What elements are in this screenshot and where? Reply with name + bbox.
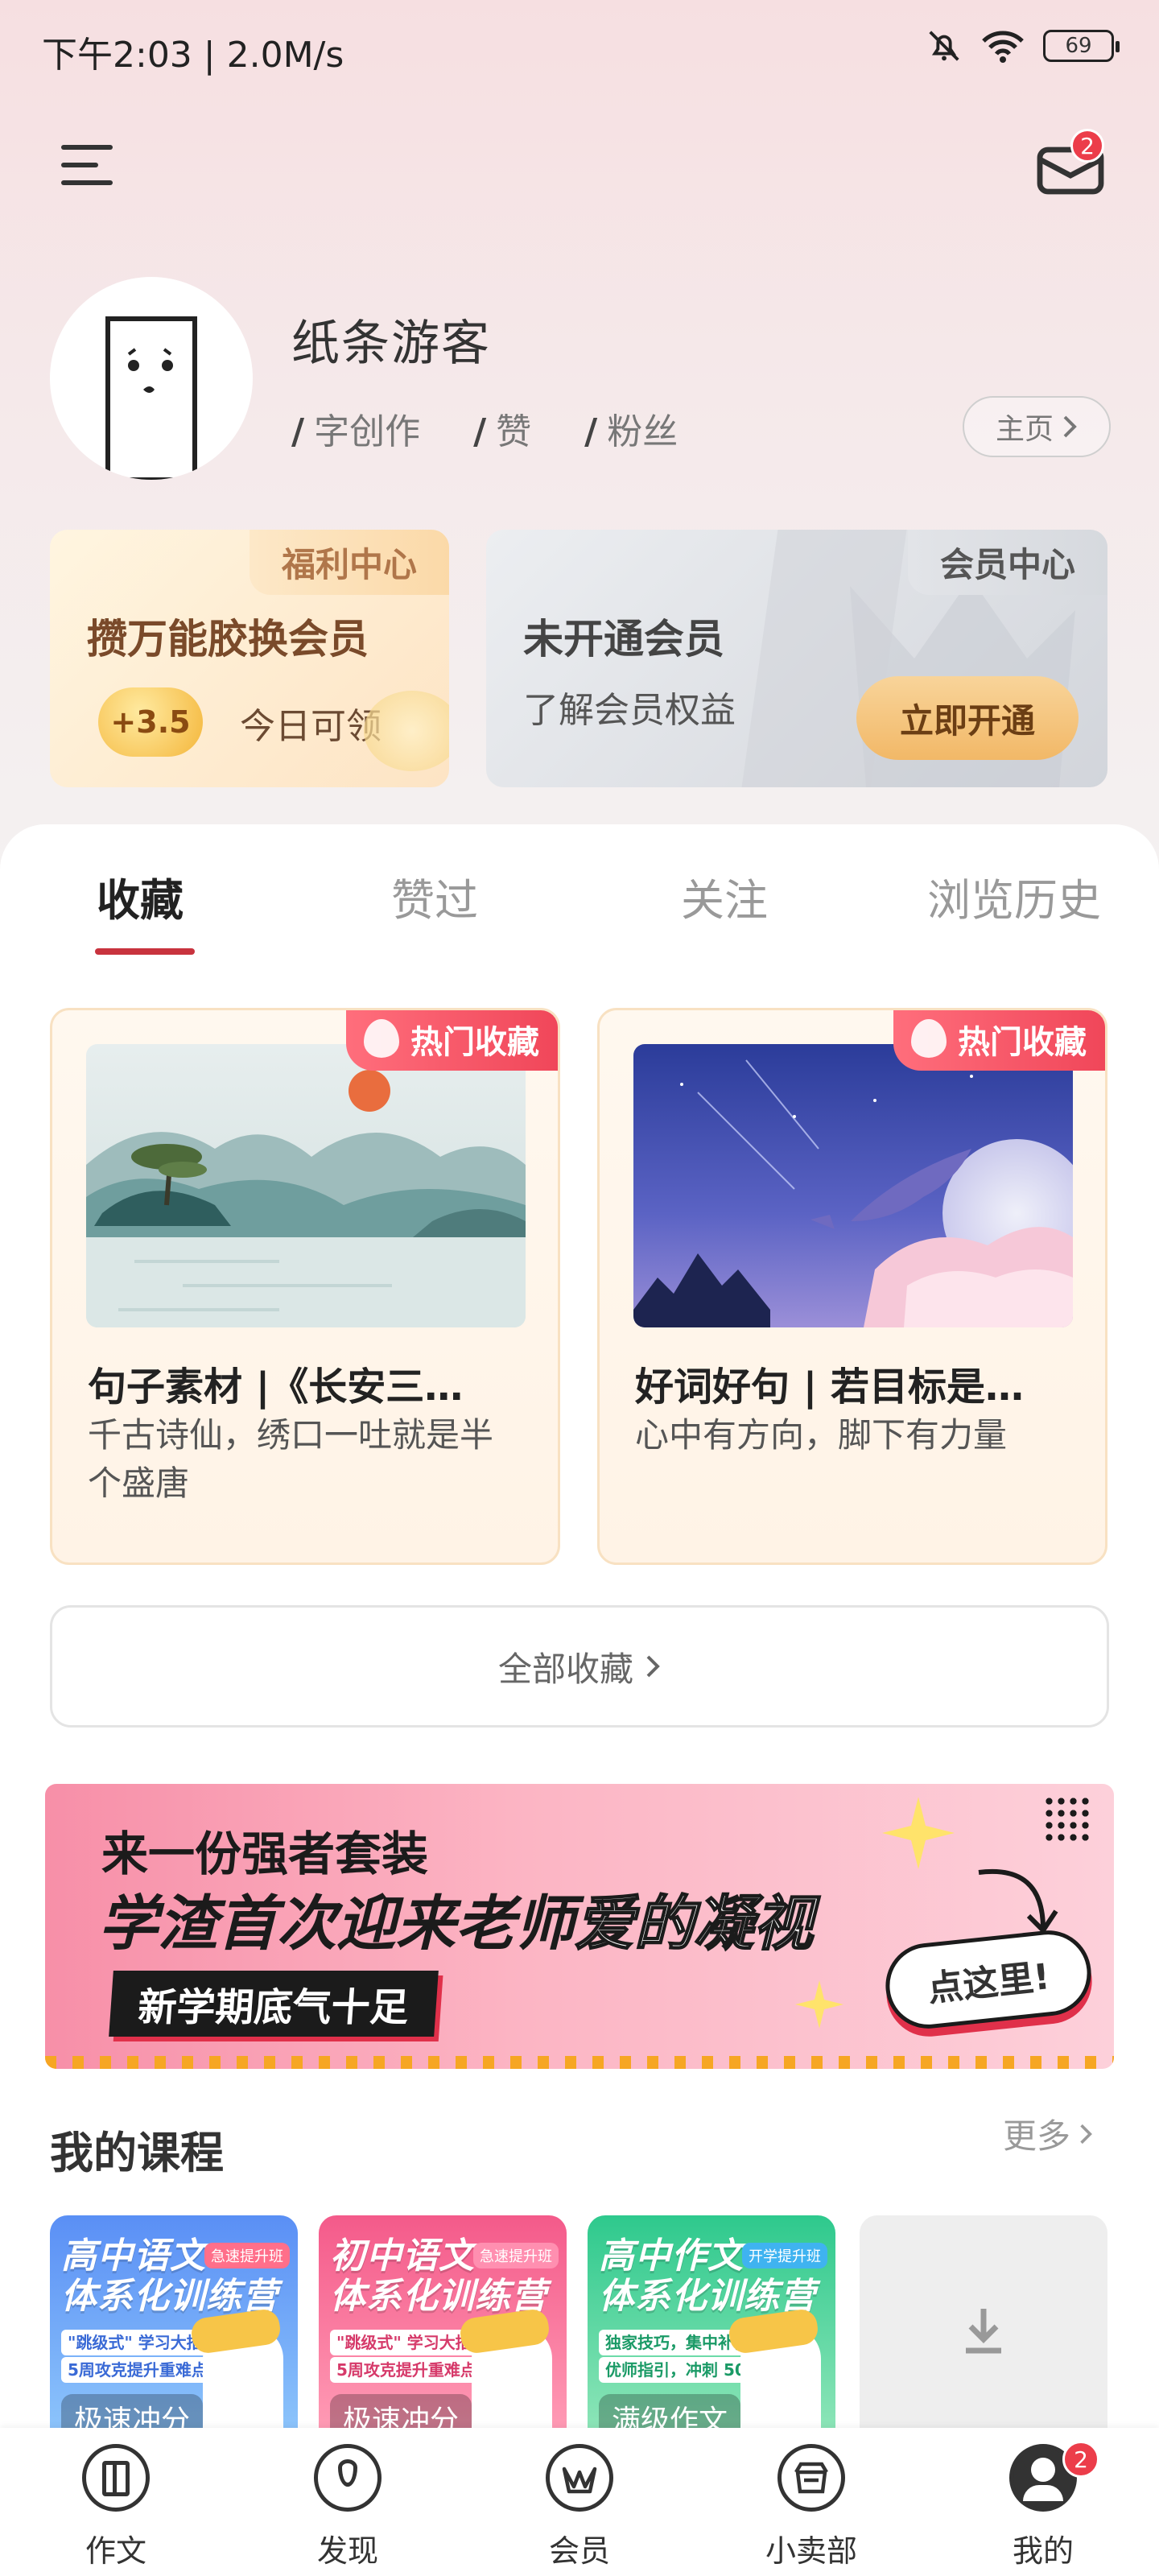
nav-label: 会员 (548, 2533, 610, 2569)
vip-center-card[interactable]: 会员中心 未开通会员 了解会员权益 立即开通 (486, 530, 1107, 787)
mascot-icon (740, 2326, 821, 2431)
course-pill: 开学提升班 (742, 2243, 827, 2268)
battery-indicator: 69 (1043, 30, 1120, 62)
promo-banner[interactable]: 来一份强者套装 学渣首次迎来老师爱的凝视 新学期底气十足 点这里! (45, 1784, 1114, 2069)
vip-subtitle: 了解会员权益 (523, 690, 736, 731)
course-point: "跳级式" 学习大招 (61, 2330, 209, 2355)
status-icons: 69 (926, 27, 1120, 64)
bottom-nav: 作文 发现 会员 小卖部 2 我的 (0, 2428, 1159, 2576)
welfare-title: 攒万能胶换会员 (87, 616, 369, 663)
course-tag: 极速冲分 (61, 2394, 204, 2431)
stat-fans[interactable]: / 粉丝 (584, 402, 678, 454)
mascot-icon (472, 2326, 552, 2431)
mascot-icon (203, 2326, 283, 2431)
mail-button[interactable]: 2 (1035, 129, 1112, 198)
all-favorites-label: 全部收藏 (497, 1649, 633, 1689)
vip-crown-icon (546, 2444, 613, 2512)
banner-dashed-border (45, 2056, 1114, 2069)
favorite-title: 句子素材 |《长安三… (88, 1364, 464, 1410)
nav-label: 我的 (1012, 2533, 1074, 2569)
course-tag: 满级作文 (599, 2394, 741, 2431)
stat-likes[interactable]: / 赞 (473, 402, 531, 454)
whale-night-image (633, 1044, 1073, 1327)
nickname: 纸条游客 (291, 316, 491, 372)
nav-discover[interactable]: 发现 (283, 2428, 412, 2576)
courses-more-link[interactable]: 更多 (1003, 2109, 1093, 2158)
hot-favorite-badge: 热门收藏 (893, 1010, 1105, 1071)
welfare-tag: 福利中心 (249, 530, 449, 595)
nav-label: 作文 (85, 2533, 146, 2569)
course-card[interactable]: 高中作文 体系化训练营 开学提升班 独家技巧，集中补强 优师指引，冲刺 50+ 满… (588, 2215, 835, 2431)
course-pill: 急速提升班 (473, 2243, 559, 2268)
coin-amount: +3.5 (110, 704, 191, 740)
tab-favorites[interactable]: 收藏 (97, 865, 184, 928)
course-point: 5周攻克提升重难点 (330, 2357, 483, 2383)
banner-line3: 新学期底气十足 (109, 1971, 439, 2037)
status-time: 下午2:03 | 2.0M/s (42, 35, 344, 76)
favorite-title: 好词好句 | 若目标是… (635, 1364, 1024, 1410)
avatar[interactable] (50, 277, 253, 480)
favorite-card[interactable]: 热门收藏 好词好句 | 若目标是… 心中有方向，脚下有力量 (597, 1008, 1107, 1565)
chevron-right-icon (1063, 415, 1077, 438)
favorite-subtitle: 心中有方向，脚下有力量 (635, 1415, 1008, 1455)
course-pill: 急速提升班 (204, 2243, 290, 2268)
stat-works[interactable]: / 字创作 (291, 402, 420, 454)
essay-icon (82, 2444, 150, 2512)
nav-label: 小卖部 (765, 2533, 857, 2569)
mute-bell-icon (929, 31, 959, 61)
menu-icon[interactable] (61, 145, 113, 187)
tab-underline (95, 948, 195, 955)
nav-vip[interactable]: 会员 (515, 2428, 644, 2576)
dot-grid-icon (1043, 1795, 1091, 1843)
course-card[interactable]: 初中语文 体系化训练营 急速提升班 "跳级式" 学习大招 5周攻克提升重难点 极速… (319, 2215, 567, 2431)
nav-label: 发现 (316, 2533, 378, 2569)
nav-mine[interactable]: 2 我的 (979, 2428, 1107, 2576)
flame-icon (364, 1019, 399, 1058)
flame-icon (911, 1019, 947, 1058)
wifi-icon (982, 31, 1024, 63)
course-card[interactable]: 高中语文 体系化训练营 急速提升班 "跳级式" 学习大招 5周攻克提升重难点 极速… (50, 2215, 298, 2431)
shop-icon (777, 2444, 845, 2512)
download-icon (966, 2309, 1001, 2354)
banner-line2: 学渣首次迎来老师爱的凝视 (98, 1889, 814, 1959)
vip-tag: 会员中心 (907, 530, 1107, 595)
chevron-right-icon (1080, 2124, 1092, 2144)
tab-following[interactable]: 关注 (681, 865, 768, 928)
nav-essay[interactable]: 作文 (52, 2428, 180, 2576)
hot-favorite-badge: 热门收藏 (346, 1010, 558, 1071)
favorite-subtitle: 千古诗仙，绣口一吐就是半个盛唐 (88, 1415, 494, 1503)
banner-line1: 来一份强者套装 (101, 1827, 429, 1881)
favorite-card[interactable]: 热门收藏 句子素材 |《长安三… 千古诗仙，绣口一吐就是半个盛唐 (50, 1008, 560, 1565)
avatar-mascot-icon (105, 316, 197, 480)
sparkle-icon (882, 1797, 955, 1869)
more-label: 更多 (1003, 2116, 1071, 2156)
course-tag: 极速冲分 (330, 2394, 472, 2431)
vip-open-button[interactable]: 立即开通 (856, 676, 1079, 760)
nav-shop[interactable]: 小卖部 (747, 2428, 876, 2576)
profile-stats: / 字创作 / 赞 / 粉丝 (291, 402, 678, 454)
course-point: 5周攻克提升重难点 (61, 2357, 214, 2383)
nav-mine-badge: 2 (1062, 2441, 1099, 2478)
vip-title: 未开通会员 (523, 616, 724, 663)
landscape-image (86, 1044, 526, 1327)
battery-level: 69 (1065, 34, 1092, 58)
all-favorites-button[interactable]: 全部收藏 (50, 1605, 1109, 1728)
welfare-action[interactable]: 今日可领 (240, 697, 382, 749)
sparkle-icon (795, 1980, 843, 2029)
tab-liked[interactable]: 赞过 (391, 865, 478, 928)
courses-title: 我的课程 (50, 2128, 224, 2178)
home-button-label: 主页 (995, 413, 1054, 446)
welfare-center-card[interactable]: 福利中心 攒万能胶换会员 +3.5 今日可领 (50, 530, 449, 787)
home-button[interactable]: 主页 (963, 396, 1111, 457)
download-placeholder[interactable] (860, 2215, 1107, 2431)
coin-icon: +3.5 (98, 687, 203, 757)
discover-icon (314, 2444, 382, 2512)
chevron-right-icon (646, 1655, 660, 1678)
arrow-curve-icon (978, 1868, 1058, 1934)
course-point: "跳级式" 学习大招 (330, 2330, 478, 2355)
coin-decoration (364, 691, 449, 771)
tab-history[interactable]: 浏览历史 (927, 865, 1101, 928)
mail-badge: 2 (1070, 129, 1104, 163)
